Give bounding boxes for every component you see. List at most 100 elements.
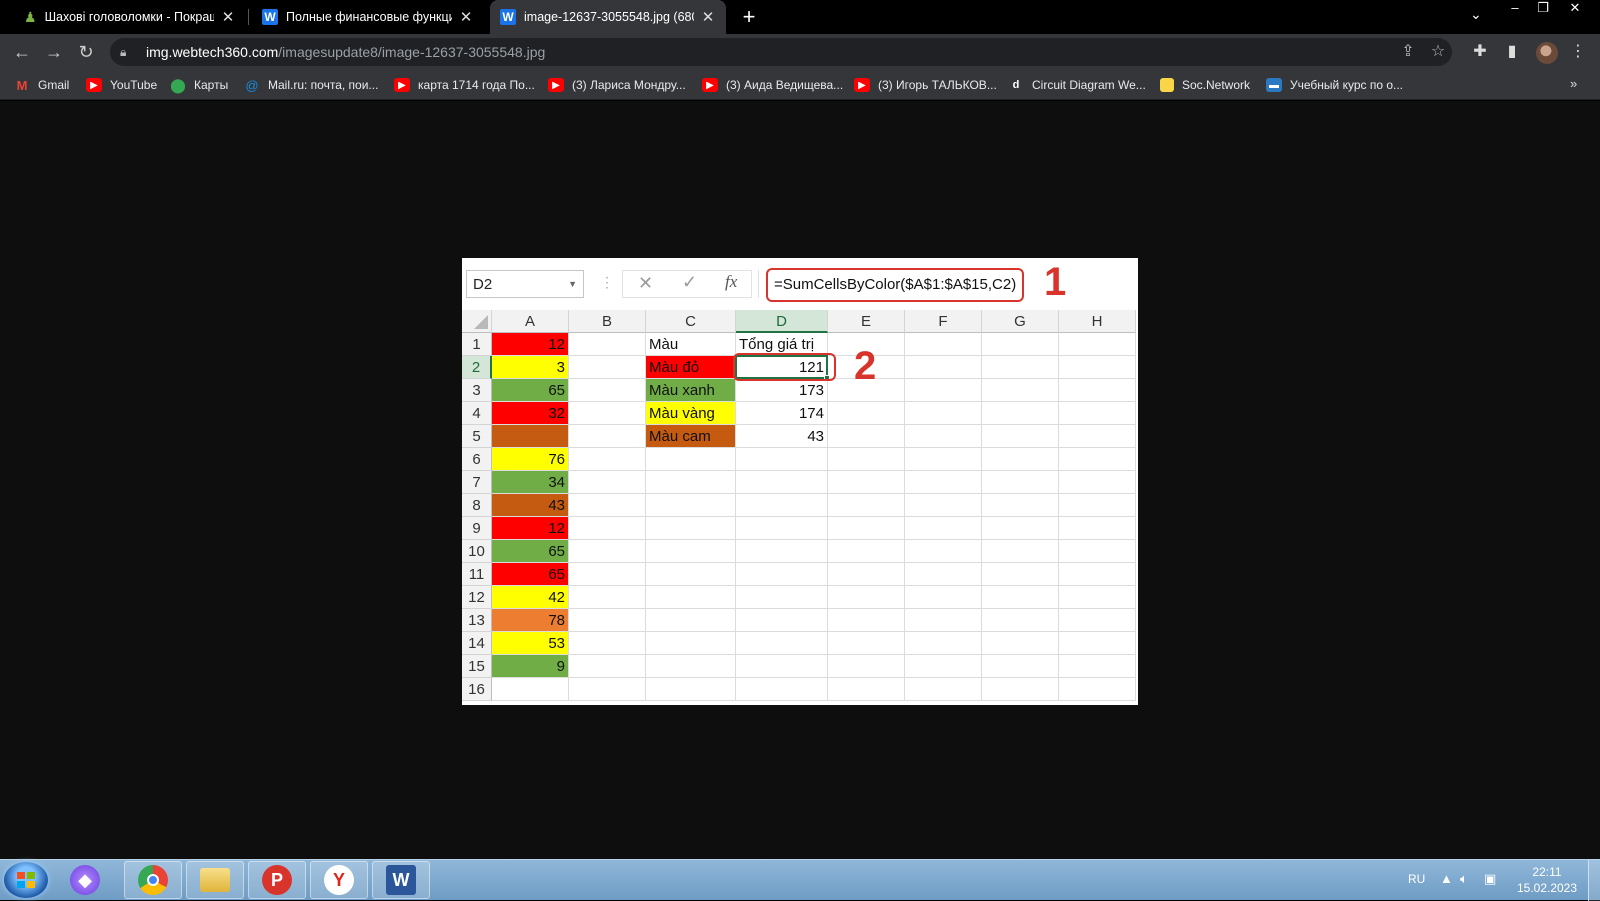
cell-b5: [569, 425, 646, 448]
cell-b11: [569, 563, 646, 586]
row-header-7: 7: [462, 471, 492, 494]
cell-d13: [736, 609, 828, 632]
profile-avatar[interactable]: [1536, 42, 1558, 64]
bookmark-label: Карты: [194, 78, 229, 92]
side-panel-icon[interactable]: ▮: [1500, 40, 1524, 64]
cancel-x-icon: ✕: [638, 273, 654, 293]
bookmark-gmail[interactable]: M Gmail: [14, 76, 70, 94]
back-arrow-icon[interactable]: ←: [10, 40, 34, 64]
forward-arrow-icon[interactable]: →: [42, 40, 66, 64]
network-icon[interactable]: ▣: [1484, 871, 1496, 887]
cell-b14: [569, 632, 646, 655]
close-icon[interactable]: ✕: [458, 8, 474, 26]
tab-finance[interactable]: W Полные финансовые функции в ✕: [252, 0, 484, 34]
cell-f3: [905, 379, 982, 402]
minimize-icon[interactable]: –: [1500, 0, 1530, 18]
formula-text: =SumCellsByColor($A$1:$A$15,C2): [766, 268, 1025, 302]
cell-d7: [736, 471, 828, 494]
close-icon[interactable]: ✕: [220, 8, 236, 26]
cell-f10: [905, 540, 982, 563]
menu-kebab-icon[interactable]: ⋮: [1566, 40, 1590, 64]
more-bookmarks-icon[interactable]: »: [1570, 76, 1577, 91]
bookmark-map-1714[interactable]: ▶ карта 1714 года По...: [394, 76, 535, 94]
column-header-g: G: [982, 310, 1059, 333]
column-header-d: D: [736, 310, 828, 333]
restore-icon[interactable]: ❐: [1528, 0, 1558, 18]
cell-c5: Màu cam: [646, 425, 736, 448]
bookmark-circuit[interactable]: d Circuit Diagram We...: [1008, 76, 1146, 94]
tab-search-chevron-icon[interactable]: ⌄: [1470, 6, 1482, 23]
chrome-glyph: [138, 865, 168, 895]
confirm-check-icon: ✓: [682, 272, 698, 292]
cell-d5: 43: [736, 425, 828, 448]
tray-arrow-icon[interactable]: ▲: [1440, 871, 1453, 886]
row-header-3: 3: [462, 379, 492, 402]
column-header-b: B: [569, 310, 646, 333]
cell-h12: [1059, 586, 1136, 609]
cell-a2: 3: [492, 356, 569, 379]
explorer-icon[interactable]: [186, 861, 244, 899]
cell-a9: 12: [492, 517, 569, 540]
cell-h1: [1059, 333, 1136, 356]
yandex-icon[interactable]: Y: [310, 861, 368, 899]
cell-b10: [569, 540, 646, 563]
close-icon[interactable]: ✕: [700, 8, 716, 26]
bookmark-maps[interactable]: ⬤ Карты: [170, 76, 228, 94]
course-icon: ▬: [1266, 78, 1282, 92]
alisa-glyph: ◆: [70, 865, 100, 895]
lock-icon[interactable]: 🔒︎: [120, 45, 134, 60]
cell-f14: [905, 632, 982, 655]
cell-d15: [736, 655, 828, 678]
cell-g7: [982, 471, 1059, 494]
new-tab-plus-icon[interactable]: +: [737, 5, 761, 29]
bookmark-label: Mail.ru: почта, пои...: [268, 78, 379, 92]
cell-e6: [828, 448, 905, 471]
extensions-puzzle-icon[interactable]: ✚: [1468, 40, 1492, 64]
language-indicator[interactable]: RU: [1408, 872, 1425, 886]
url-text: img.webtech360.com/imagesupdate8/image-1…: [146, 44, 545, 60]
youtube-icon: ▶: [394, 78, 410, 92]
tab-chess[interactable]: ♟ Шахові головоломки - Покращу ✕: [14, 0, 246, 34]
share-icon[interactable]: ⇪: [1396, 40, 1420, 64]
cell-e5: [828, 425, 905, 448]
address-bar[interactable]: 🔒︎ img.webtech360.com/imagesupdate8/imag…: [110, 38, 1452, 66]
chrome-icon[interactable]: [124, 861, 182, 899]
cell-h15: [1059, 655, 1136, 678]
windows-taskbar: ◆ P Y W RU ▲ 🔈︎ ▣ 22:11 15.02.2023: [0, 859, 1600, 901]
bookmark-larisa[interactable]: ▶ (3) Лариса Мондру...: [548, 76, 686, 94]
circuit-icon: d: [1012, 79, 1020, 91]
word-icon[interactable]: W: [372, 861, 430, 899]
cell-d9: [736, 517, 828, 540]
cell-g16: [982, 678, 1059, 701]
system-clock[interactable]: 22:11 15.02.2023: [1512, 864, 1582, 896]
alisa-icon[interactable]: ◆: [56, 861, 114, 899]
bookmark-mailru[interactable]: @ Mail.ru: почта, пои...: [244, 76, 378, 94]
tab-image[interactable]: W image-12637-3055548.jpg (680× ✕: [490, 0, 726, 34]
cell-d14: [736, 632, 828, 655]
cell-g8: [982, 494, 1059, 517]
volume-icon[interactable]: 🔈︎: [1460, 871, 1468, 887]
bookmark-course[interactable]: ▬ Учебный курс по о...: [1266, 76, 1403, 94]
start-button[interactable]: [4, 862, 48, 898]
cell-h2: [1059, 356, 1136, 379]
reload-icon[interactable]: ↻: [74, 40, 98, 64]
cell-h9: [1059, 517, 1136, 540]
p-app-icon[interactable]: P: [248, 861, 306, 899]
chess-icon: ♟: [24, 8, 37, 25]
star-icon[interactable]: ☆: [1426, 40, 1450, 64]
cell-h5: [1059, 425, 1136, 448]
mailru-icon: @: [245, 77, 259, 93]
window-close-icon[interactable]: ✕: [1560, 0, 1590, 18]
cell-e4: [828, 402, 905, 425]
cell-b6: [569, 448, 646, 471]
cell-a11: 65: [492, 563, 569, 586]
bookmark-igor[interactable]: ▶ (3) Игорь ТАЛЬКОВ...: [854, 76, 997, 94]
cell-c6: [646, 448, 736, 471]
cell-e15: [828, 655, 905, 678]
bookmark-socnetwork[interactable]: Soc.Network: [1160, 76, 1250, 94]
bookmark-aida[interactable]: ▶ (3) Аида Ведищева...: [702, 76, 843, 94]
cell-h3: [1059, 379, 1136, 402]
show-desktop-button[interactable]: [1588, 860, 1600, 901]
cell-g10: [982, 540, 1059, 563]
bookmark-youtube[interactable]: ▶ YouTube: [86, 76, 157, 94]
